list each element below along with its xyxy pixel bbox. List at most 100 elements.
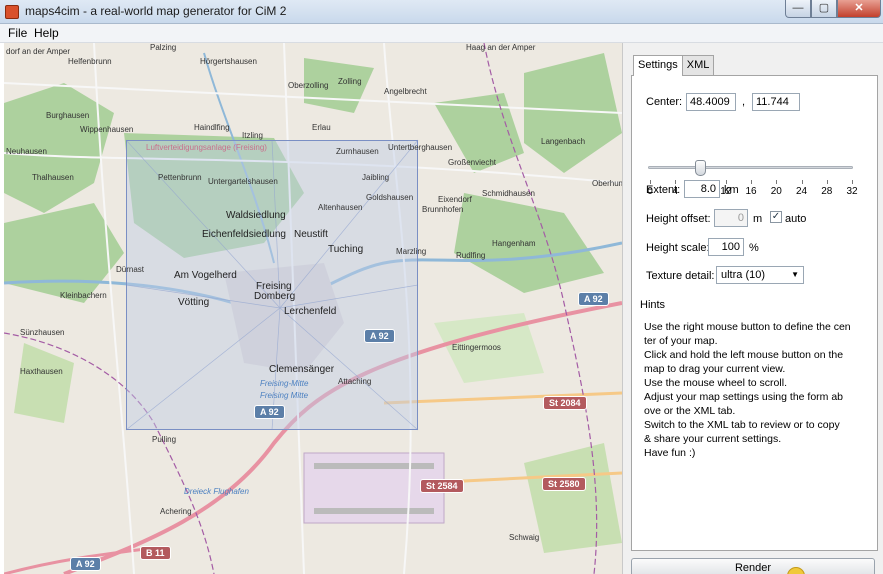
map-label-town: Sünzhausen <box>20 328 65 337</box>
app-icon <box>5 5 19 19</box>
hint-line: Click and hold the left mouse button on … <box>644 349 844 361</box>
hint-line: ove or the XML tab. <box>644 405 736 417</box>
map-label-town: Wippenhausen <box>80 125 134 134</box>
map-label-town: Itzling <box>242 131 263 140</box>
map-label-town: Erlau <box>312 123 331 132</box>
road-shield: A 92 <box>364 329 395 343</box>
map-view[interactable]: dorf an der Amper Palzing Helfenbrunn Hö… <box>4 43 622 574</box>
map-label-town: Haxthausen <box>20 367 63 376</box>
tab-settings[interactable]: Settings <box>633 55 683 76</box>
zoom-slider-track[interactable] <box>648 166 853 169</box>
extent-label: Extent: <box>646 184 681 196</box>
map-label-town: Attaching <box>338 377 372 386</box>
hint-line: ter of your map. <box>644 335 718 347</box>
height-offset-unit: m <box>753 213 763 225</box>
title-bar: maps4cim - a real-world map generator fo… <box>0 0 883 24</box>
render-icon <box>787 567 805 574</box>
chevron-down-icon: ▼ <box>791 270 799 279</box>
hint-line: Use the mouse wheel to scroll. <box>644 377 787 389</box>
window-controls: — ▢ ✕ <box>785 0 881 18</box>
map-label-town: Oberzolling <box>288 81 329 90</box>
map-label-town: Untertberghausen <box>388 143 453 152</box>
map-label-town: Hörgertshausen <box>200 57 257 66</box>
hint-line: map to drag your current view. <box>644 363 786 375</box>
maximize-button[interactable]: ▢ <box>811 0 837 18</box>
window-title: maps4cim - a real-world map generator fo… <box>25 4 287 18</box>
map-label-town: Langenbach <box>541 137 586 146</box>
auto-label: auto <box>785 213 807 225</box>
map-label-town: Tuching <box>328 244 364 255</box>
map-label-town: Schmidhausen <box>482 189 535 198</box>
slider-tick <box>751 180 752 184</box>
render-button[interactable]: Render <box>631 558 875 574</box>
height-scale-field[interactable]: 100 <box>708 238 744 256</box>
map-label-town: Angelbrecht <box>384 87 427 96</box>
map-label-town: Achering <box>160 507 192 516</box>
map-label-town: Waldsiedlung <box>226 210 286 221</box>
slider-tick <box>852 180 853 184</box>
slider-tick-label: 20 <box>770 186 782 197</box>
hint-line: & share your current settings. <box>644 433 782 445</box>
map-label-town: Domberg <box>254 291 296 302</box>
map-label-town: Haindlfing <box>194 123 230 132</box>
road-shield: A 92 <box>578 292 609 306</box>
map-label-town: Eichenfeldsiedlung <box>202 229 286 240</box>
slider-tick <box>826 180 828 184</box>
center-latitude-field[interactable]: 48.4009 <box>686 93 736 111</box>
extent-unit: km <box>724 184 739 196</box>
hint-line: Use the right mouse button to define the… <box>644 321 851 333</box>
map-label-station: Freising Mitte <box>260 391 309 400</box>
slider-tick-label: 24 <box>795 186 808 197</box>
map-label-town: Dürnast <box>116 265 145 274</box>
slider-tick-label: 28 <box>821 186 833 197</box>
map-label-town: Zurnhausen <box>336 147 379 156</box>
map-label-town: Pettenbrunn <box>158 173 202 182</box>
height-offset-field[interactable]: 0 <box>714 209 748 227</box>
hint-line: Switch to the XML tab to review or to co… <box>644 419 840 431</box>
auto-checkbox[interactable]: ✓ <box>770 211 782 223</box>
center-longitude-field[interactable]: 11.744 <box>752 93 800 111</box>
minimize-button[interactable]: — <box>785 0 811 18</box>
road-shield: A 92 <box>70 557 101 571</box>
hints-title: Hints <box>640 299 666 311</box>
tab-xml[interactable]: XML <box>681 55 715 75</box>
settings-tab-body: Center: 48.4009 , 11.744 048121620242832… <box>631 75 878 551</box>
settings-panel: Settings XML Center: 48.4009 , 11.744 04… <box>622 43 883 574</box>
map-label-town: Kleinbachern <box>60 291 107 300</box>
menu-help[interactable]: Help <box>34 26 59 40</box>
map-label-town: Clemensänger <box>269 364 335 375</box>
map-label-town: Pulling <box>152 435 177 444</box>
hint-line: Adjust your map settings using the form … <box>644 391 844 403</box>
map-label-town: Helfenbrunn <box>68 57 112 66</box>
menu-file[interactable]: File <box>8 26 27 40</box>
close-button[interactable]: ✕ <box>837 0 881 18</box>
texture-detail-value: ultra (10) <box>721 269 766 281</box>
map-label-town: Am Vogelherd <box>174 270 237 281</box>
extent-field[interactable]: 8.0 <box>684 180 720 198</box>
slider-tick <box>776 180 778 184</box>
slider-tick <box>801 180 803 184</box>
render-label: Render <box>734 562 772 574</box>
map-label-town: Marzling <box>396 247 427 256</box>
map-label-town: Haag an der Amper <box>466 43 536 52</box>
map-label-town: Palzing <box>150 43 177 52</box>
texture-detail-select[interactable]: ultra (10) ▼ <box>716 266 804 284</box>
map-label-town: dorf an der Amper <box>6 47 71 56</box>
map-label-town: Burghausen <box>46 111 90 120</box>
map-label-town: Neuhausen <box>6 147 47 156</box>
map-label-town: Freising <box>256 281 292 292</box>
road-shield: St 2580 <box>542 477 586 491</box>
map-label-town: Thalhausen <box>32 173 74 182</box>
tab-strip: Settings XML <box>633 55 715 76</box>
center-label: Center: <box>646 96 683 108</box>
map-label-town: Altenhausen <box>318 203 363 212</box>
zoom-slider-thumb[interactable] <box>694 160 706 176</box>
map-label-town: Brunnhofen <box>422 205 464 214</box>
map-label-town: Eixendorf <box>438 195 472 204</box>
road-shield: St 2084 <box>543 396 587 410</box>
map-label-town: Zolling <box>338 77 362 86</box>
hint-line: Have fun :) <box>644 447 696 459</box>
map-label-town: Schwaig <box>509 533 540 542</box>
map-label-town: Eittingermoos <box>452 343 501 352</box>
map-label-town: Großenviecht <box>448 158 497 167</box>
